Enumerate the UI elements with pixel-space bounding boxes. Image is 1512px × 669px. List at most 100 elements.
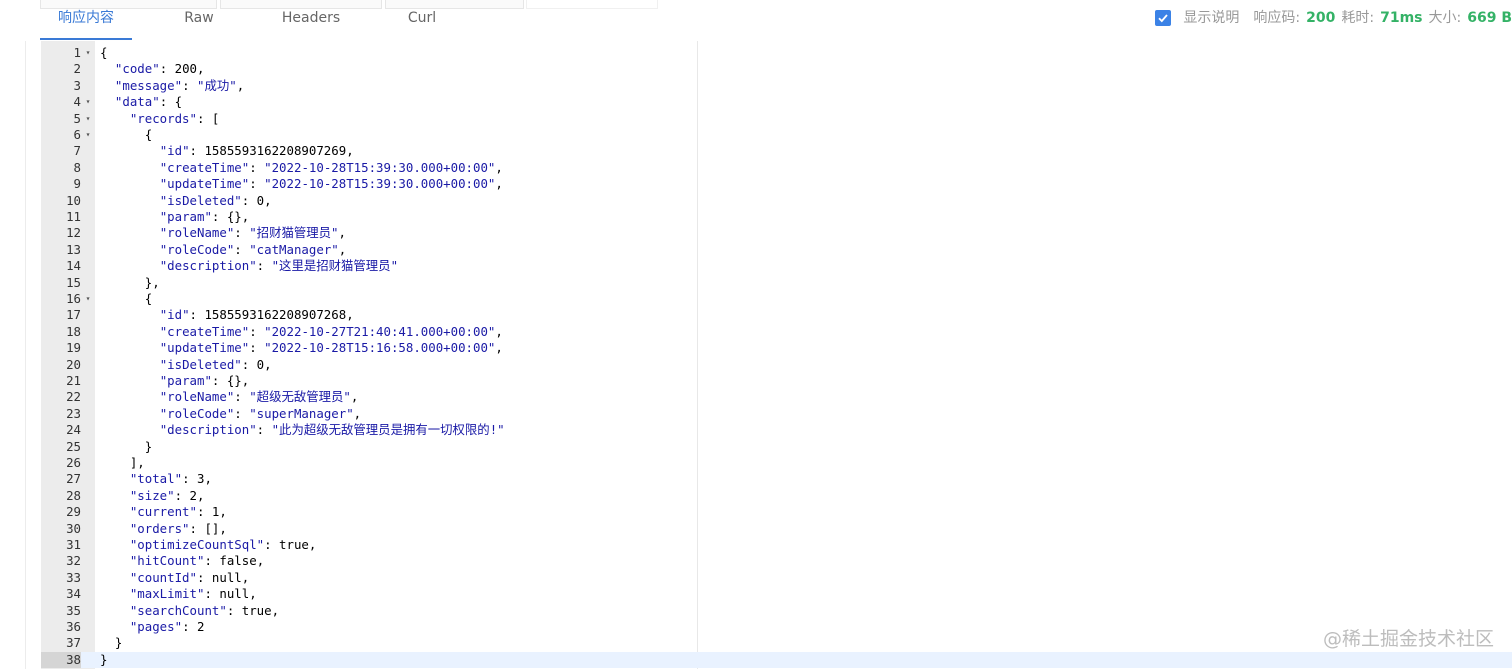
- code-line[interactable]: 27 "total": 3,: [41, 471, 1512, 487]
- line-number: 12: [66, 225, 81, 241]
- code-line[interactable]: 18 "createTime": "2022-10-27T21:40:41.00…: [41, 324, 1512, 340]
- fold-toggle-icon[interactable]: ▾: [83, 45, 93, 61]
- code-text: "id": 1585593162208907268,: [159, 307, 354, 323]
- code-line[interactable]: 28 "size": 2,: [41, 488, 1512, 504]
- code-text: "data": {: [114, 94, 183, 110]
- code-line[interactable]: 4 ▾ "data": {: [41, 94, 1512, 110]
- code-line[interactable]: 24 "description": "此为超级无敌管理员是拥有一切权限的!": [41, 422, 1512, 438]
- code-text: "pages": 2: [129, 619, 205, 634]
- elapsed-time-value: 71ms: [1380, 10, 1423, 26]
- line-number: 8: [73, 159, 81, 175]
- code-line[interactable]: 9 "updateTime": "2022-10-28T15:39:30.000…: [41, 176, 1512, 192]
- line-number: 25: [66, 438, 81, 454]
- code-line[interactable]: 13 "roleCode": "catManager",: [41, 242, 1512, 258]
- line-number: 14: [66, 258, 81, 274]
- json-code-editor[interactable]: 1 ▾{2 "code": 200, 3 "message": "成功", 4 ▾ "d…: [0, 41, 1512, 669]
- line-number: 18: [66, 323, 81, 339]
- tab-strip-decoration: [526, 0, 658, 9]
- code-text: "total": 3,: [129, 471, 212, 487]
- code-text: "createTime": "2022-10-27T21:40:41.000+0…: [159, 323, 503, 339]
- line-number: 30: [66, 520, 81, 536]
- code-line[interactable]: 19 "updateTime": "2022-10-28T15:16:58.00…: [41, 340, 1512, 356]
- code-line[interactable]: 32 "hitCount": false,: [41, 553, 1512, 569]
- response-size-label: 大小:: [1428, 10, 1462, 26]
- code-line[interactable]: 25 }: [41, 439, 1512, 455]
- line-number: 4: [73, 94, 81, 110]
- response-panel: 响应内容 Raw Headers Curl 显示说明 响应码: 200 耗时: …: [0, 0, 1512, 669]
- code-line[interactable]: 29 "current": 1,: [41, 504, 1512, 520]
- line-number: 16: [66, 291, 81, 306]
- tab-headers[interactable]: Headers: [270, 0, 352, 38]
- line-number: 11: [66, 209, 81, 224]
- code-text: "param": {},: [159, 373, 250, 388]
- response-tab-bar: 响应内容 Raw Headers Curl 显示说明 响应码: 200 耗时: …: [0, 0, 1512, 42]
- line-number: 23: [66, 405, 81, 421]
- code-line[interactable]: 37 }: [41, 635, 1512, 651]
- code-line[interactable]: 35 "searchCount": true,: [41, 603, 1512, 619]
- line-number: 15: [66, 274, 81, 290]
- code-line[interactable]: 17 "id": 1585593162208907268,: [41, 307, 1512, 323]
- code-text: "updateTime": "2022-10-28T15:39:30.000+0…: [159, 176, 503, 192]
- fold-toggle-icon[interactable]: ▾: [83, 127, 93, 143]
- code-line[interactable]: 15 },: [41, 275, 1512, 291]
- code-line[interactable]: 36 "pages": 2: [41, 619, 1512, 635]
- code-line[interactable]: 16 ▾ {: [41, 291, 1512, 307]
- line-number: 1: [73, 45, 81, 60]
- code-line[interactable]: 30 "orders": [],: [41, 521, 1512, 537]
- code-line[interactable]: 33 "countId": null,: [41, 570, 1512, 586]
- elapsed-time-label: 耗时:: [1341, 10, 1375, 26]
- code-text: "code": 200,: [114, 61, 205, 77]
- line-number: 3: [73, 77, 81, 93]
- code-line[interactable]: 14 "description": "这里是招财猫管理员": [41, 258, 1512, 274]
- response-status-bar: 显示说明 响应码: 200 耗时: 71ms 大小: 669 B: [1155, 7, 1512, 29]
- fold-toggle-icon[interactable]: ▾: [83, 111, 93, 127]
- code-line[interactable]: 6 ▾ {: [41, 127, 1512, 143]
- show-description-checkbox[interactable]: [1155, 10, 1172, 26]
- code-text: {: [100, 291, 153, 306]
- code-text: }: [100, 651, 108, 667]
- code-text: ],: [100, 455, 145, 470]
- line-number: 28: [66, 487, 81, 503]
- code-line[interactable]: 12 "roleName": "招财猫管理员",: [41, 225, 1512, 241]
- line-number: 36: [66, 619, 81, 634]
- code-text: {: [100, 127, 153, 142]
- fold-toggle-icon[interactable]: ▾: [83, 94, 93, 110]
- code-text: "searchCount": true,: [129, 602, 280, 618]
- code-line[interactable]: 5 ▾ "records": [: [41, 111, 1512, 127]
- line-number: 20: [66, 356, 81, 372]
- code-line[interactable]: 10 "isDeleted": 0,: [41, 193, 1512, 209]
- line-number: 21: [66, 373, 81, 388]
- code-text: "id": 1585593162208907269,: [159, 143, 354, 159]
- line-number: 32: [66, 553, 81, 569]
- code-line[interactable]: 11 "param": {},: [41, 209, 1512, 225]
- line-number: 13: [66, 241, 81, 257]
- code-text: "optimizeCountSql": true,: [129, 537, 317, 552]
- code-text: "roleName": "超级无敌管理员",: [159, 389, 359, 405]
- tab-curl[interactable]: Curl: [394, 0, 450, 38]
- code-line[interactable]: 23 "roleCode": "superManager",: [41, 406, 1512, 422]
- line-number: 38: [41, 651, 81, 669]
- code-text: "roleName": "招财猫管理员",: [159, 225, 346, 241]
- code-line[interactable]: 7 "id": 1585593162208907269,: [41, 143, 1512, 159]
- code-line[interactable]: 31 "optimizeCountSql": true,: [41, 537, 1512, 553]
- show-description-label[interactable]: 显示说明: [1183, 7, 1239, 29]
- code-text: "isDeleted": 0,: [159, 356, 272, 372]
- code-line[interactable]: 21 "param": {},: [41, 373, 1512, 389]
- code-line[interactable]: 26 ],: [41, 455, 1512, 471]
- line-number: 6: [73, 127, 81, 142]
- code-text: "roleCode": "superManager",: [159, 405, 362, 421]
- code-line[interactable]: 2 "code": 200,: [41, 61, 1512, 77]
- tab-response-content[interactable]: 响应内容: [40, 0, 132, 40]
- code-line[interactable]: 20 "isDeleted": 0,: [41, 357, 1512, 373]
- code-text: "createTime": "2022-10-28T15:39:30.000+0…: [159, 159, 503, 175]
- tab-raw[interactable]: Raw: [166, 0, 232, 38]
- code-text: "description": "此为超级无敌管理员是拥有一切权限的!": [159, 422, 505, 438]
- code-line[interactable]: 3 "message": "成功",: [41, 78, 1512, 94]
- code-line[interactable]: 34 "maxLimit": null,: [41, 586, 1512, 602]
- code-line[interactable]: 22 "roleName": "超级无敌管理员",: [41, 389, 1512, 405]
- fold-toggle-icon[interactable]: ▾: [83, 291, 93, 307]
- code-line[interactable]: 38}: [41, 651, 1512, 669]
- code-line[interactable]: 1 ▾ {: [41, 45, 1512, 61]
- watermark: @稀土掘金技术社区: [1322, 628, 1494, 650]
- code-line[interactable]: 8 "createTime": "2022-10-28T15:39:30.000…: [41, 160, 1512, 176]
